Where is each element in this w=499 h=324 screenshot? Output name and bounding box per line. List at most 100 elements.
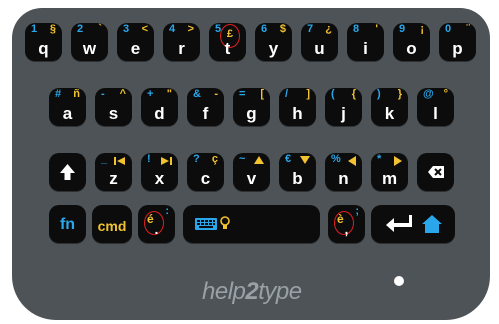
key-symbol: ñ [73, 88, 80, 100]
key-r[interactable]: 4 > r [163, 23, 200, 61]
key-number: 3 [123, 23, 130, 35]
key-number: 4 [169, 23, 176, 35]
brand-part2: 2 [245, 278, 259, 305]
key-letter: u [314, 39, 325, 58]
key-number: 7 [307, 23, 314, 35]
skip-back-icon [114, 157, 125, 165]
key-s[interactable]: - ^ s [95, 88, 132, 126]
arrow-left-icon [348, 156, 356, 166]
key-a[interactable]: # ñ a [49, 88, 86, 126]
key-letter: v [246, 169, 257, 188]
lightbulb-icon [220, 216, 230, 229]
key-letter: m [381, 169, 398, 188]
key-letter: o [406, 39, 417, 58]
key-u[interactable]: 7 ¿ u [301, 23, 338, 61]
key-symbol: } [397, 88, 402, 100]
key-j[interactable]: ( { j [325, 88, 362, 126]
key-letter: k [384, 104, 395, 123]
key-letter: g [246, 104, 257, 123]
shift-key[interactable] [49, 153, 86, 191]
key-symbol: ` [98, 23, 102, 35]
backspace-key[interactable] [417, 153, 454, 191]
key-number: ~ [239, 153, 246, 165]
key-letter: f [202, 104, 209, 123]
skip-forward-icon [161, 157, 172, 165]
key-w[interactable]: 2 ` w [71, 23, 108, 61]
fn-label: fn [59, 216, 76, 233]
key-number: 0 [445, 23, 452, 35]
key-letter: e [130, 39, 141, 58]
key-z[interactable]: _ z [95, 153, 132, 191]
key-letter: l [433, 104, 438, 123]
key-letter: q [38, 39, 49, 58]
key-number: - [101, 88, 105, 100]
cmd-label: cmd [97, 218, 127, 234]
key-letter: t [224, 39, 231, 58]
key-number: ? [193, 153, 200, 165]
keyboard-icon [195, 218, 217, 230]
space-key[interactable] [183, 205, 320, 243]
key-letter: d [154, 104, 165, 123]
key-o[interactable]: 9 ¡ o [393, 23, 430, 61]
key-m[interactable]: * m [371, 153, 408, 191]
key-letter: r [178, 39, 185, 58]
arrow-down-icon [300, 156, 310, 164]
key-symbol: ] [306, 88, 310, 100]
key-v[interactable]: ~ v [233, 153, 270, 191]
key-k[interactable]: ) } k [371, 88, 408, 126]
keyboard-panel: 1 § q 2 ` w 3 < e 4 > r 5 £ t 6 $ y 7 ¿ … [12, 8, 490, 320]
key-l[interactable]: @ ° l [417, 88, 454, 126]
key-d[interactable]: + " d [141, 88, 178, 126]
key-symbol: { [351, 88, 356, 100]
key-symbol: $ [279, 23, 286, 35]
key-g[interactable]: = [ g [233, 88, 270, 126]
key-symbol: ¨ [466, 23, 470, 35]
key-y[interactable]: 6 $ y [255, 23, 292, 61]
period-label: . [154, 221, 159, 237]
key-number: ) [377, 88, 381, 100]
key-i[interactable]: 8 ' i [347, 23, 384, 61]
key-c[interactable]: ? ç c [187, 153, 224, 191]
shift-arrow-icon [60, 164, 75, 180]
key-number: 9 [399, 23, 406, 35]
key-number: + [147, 88, 154, 100]
key-p[interactable]: 0 ¨ p [439, 23, 476, 61]
key-letter: w [82, 39, 97, 58]
key-f[interactable]: & - f [187, 88, 224, 126]
key-number: _ [101, 153, 108, 165]
key-letter: p [452, 39, 463, 58]
arrow-up-icon [254, 156, 264, 164]
key-h[interactable]: / ] h [279, 88, 316, 126]
enter-key[interactable] [371, 205, 455, 243]
fn-key[interactable]: fn [49, 205, 86, 243]
key-number: € [285, 153, 292, 165]
cmd-key[interactable]: cmd [92, 205, 132, 243]
key-b[interactable]: € b [279, 153, 316, 191]
key-t[interactable]: 5 £ t [209, 23, 246, 61]
key-letter: c [200, 169, 211, 188]
key-symbol: ¡ [420, 23, 424, 35]
colon-label: : [165, 205, 169, 217]
key-symbol: ° [443, 88, 448, 100]
key-number: ! [147, 153, 151, 165]
brand-part3: type [258, 278, 302, 305]
key-symbol: [ [260, 88, 264, 100]
backspace-icon [428, 166, 444, 178]
key-number: / [285, 88, 289, 100]
key-symbol: ' [375, 23, 378, 35]
key-q[interactable]: 1 § q [25, 23, 62, 61]
key-number: = [239, 88, 246, 100]
key-e[interactable]: 3 < e [117, 23, 154, 61]
key-number: & [193, 88, 201, 100]
key-symbol: " [166, 88, 172, 100]
key-n[interactable]: % n [325, 153, 362, 191]
key-number: % [331, 153, 341, 165]
key-symbol: ¿ [325, 23, 332, 35]
key-number: * [377, 153, 382, 165]
key-number: 8 [353, 23, 360, 35]
key-letter: s [108, 104, 119, 123]
key-x[interactable]: ! x [141, 153, 178, 191]
key-number: @ [423, 88, 434, 100]
key-period[interactable]: é : . [138, 205, 175, 243]
key-comma[interactable]: è ; , [328, 205, 365, 243]
